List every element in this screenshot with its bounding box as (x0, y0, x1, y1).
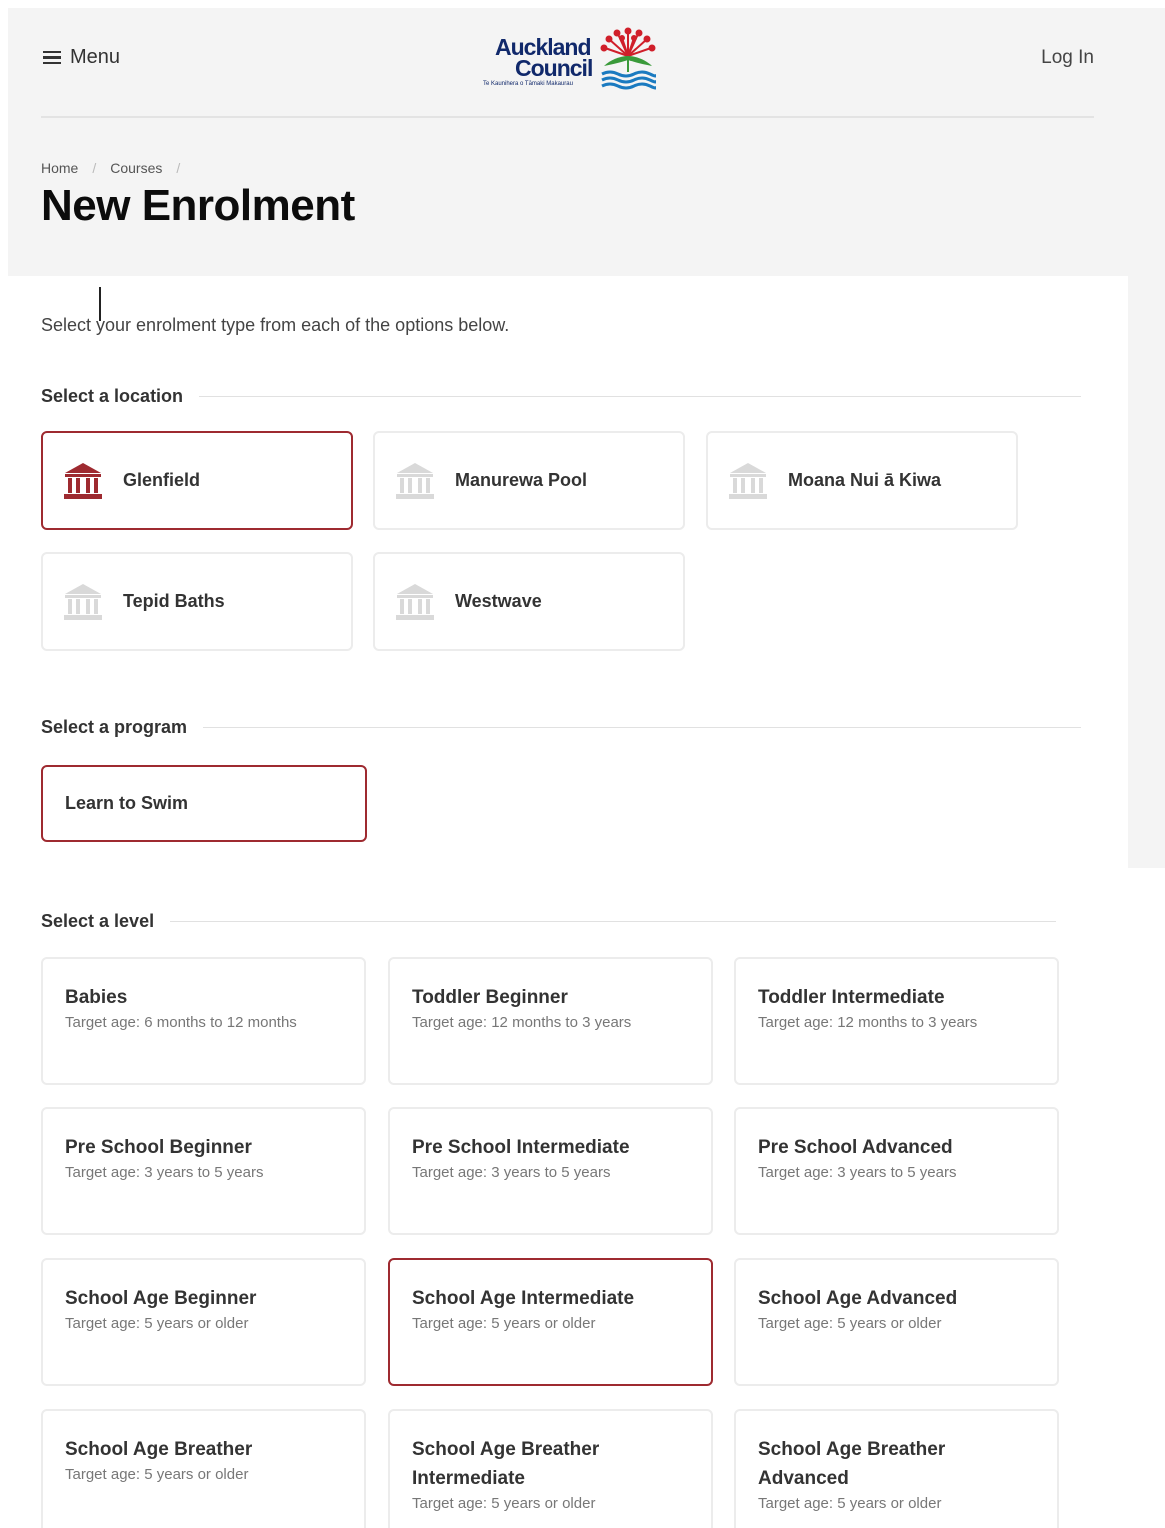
level-target-age: Target age: 3 years to 5 years (65, 1164, 264, 1181)
location-name: Westwave (455, 591, 542, 611)
location-card-westwave[interactable]: Westwave (373, 552, 685, 651)
program-card-learn-to-swim[interactable]: Learn to Swim (41, 765, 367, 842)
level-card-toddler-beginner[interactable]: Toddler Beginner Target age: 12 months t… (388, 957, 713, 1085)
level-target-age: Target age: 3 years to 5 years (758, 1164, 957, 1181)
level-target-age: Target age: 3 years to 5 years (412, 1164, 611, 1181)
building-icon (396, 462, 434, 499)
location-section-heading: Select a location (41, 386, 1082, 407)
breadcrumb-separator: / (176, 160, 181, 176)
auckland-council-logo[interactable]: Auckland Council Te Kaunihera o Tāmaki M… (481, 24, 657, 90)
location-card-tepid-baths[interactable]: Tepid Baths (41, 552, 353, 651)
location-card-manurewa-pool[interactable]: Manurewa Pool (373, 431, 685, 530)
breadcrumb-separator: / (92, 160, 97, 176)
level-card-babies[interactable]: Babies Target age: 6 months to 12 months (41, 957, 366, 1085)
level-card-school-age-breather-advanced[interactable]: School Age Breather Advanced Target age:… (734, 1409, 1059, 1528)
level-title: Babies (65, 987, 128, 1008)
level-section-heading: Select a level (41, 911, 1057, 932)
level-target-age: Target age: 6 months to 12 months (65, 1014, 297, 1031)
building-icon (396, 583, 434, 620)
divider (170, 921, 1057, 922)
level-card-school-age-breather-intermediate[interactable]: School Age Breather Intermediate Target … (388, 1409, 713, 1528)
level-target-age: Target age: 5 years or older (758, 1315, 942, 1332)
building-icon (729, 462, 767, 499)
breadcrumb: Home / Courses / (41, 160, 194, 176)
level-target-age: Target age: 5 years or older (65, 1315, 249, 1332)
page-margin (1128, 276, 1165, 868)
level-title: Pre School Beginner (65, 1137, 252, 1158)
level-title: Pre School Advanced (758, 1137, 953, 1158)
level-title: Toddler Intermediate (758, 987, 945, 1008)
menu-label: Menu (70, 46, 121, 68)
building-icon (64, 583, 102, 620)
level-target-age: Target age: 5 years or older (758, 1495, 942, 1512)
level-title: School Age Advanced (758, 1288, 958, 1309)
location-name: Manurewa Pool (455, 470, 588, 490)
program-name: Learn to Swim (65, 793, 189, 813)
location-heading-label: Select a location (41, 386, 184, 406)
program-section-heading: Select a program (41, 717, 1082, 738)
site-header: Menu Auckland Council Te Kaunihera o Tām… (41, 8, 1094, 118)
program-heading-label: Select a program (41, 717, 188, 737)
logo-tagline: Te Kaunihera o Tāmaki Makaurau (483, 81, 573, 87)
breadcrumb-courses[interactable]: Courses (110, 160, 162, 176)
level-title: Toddler Beginner (412, 987, 568, 1008)
level-card-school-age-advanced[interactable]: School Age Advanced Target age: 5 years … (734, 1258, 1059, 1386)
level-target-age: Target age: 5 years or older (65, 1466, 249, 1483)
level-card-school-age-intermediate[interactable]: School Age Intermediate Target age: 5 ye… (388, 1258, 713, 1386)
intro-text: Select your enrolment type from each of … (41, 315, 510, 335)
level-card-pre-school-intermediate[interactable]: Pre School Intermediate Target age: 3 ye… (388, 1107, 713, 1235)
level-target-age: Target age: 5 years or older (412, 1315, 596, 1332)
level-card-school-age-breather[interactable]: School Age Breather Target age: 5 years … (41, 1409, 366, 1528)
level-target-age: Target age: 12 months to 3 years (758, 1014, 978, 1031)
page-title: New Enrolment (41, 181, 355, 230)
level-heading-label: Select a level (41, 911, 155, 931)
menu-button[interactable]: Menu (43, 46, 120, 69)
level-target-age: Target age: 5 years or older (412, 1495, 596, 1512)
location-card-moana-nui-a-kiwa[interactable]: Moana Nui ā Kiwa (706, 431, 1018, 530)
level-target-age: Target age: 12 months to 3 years (412, 1014, 632, 1031)
hamburger-icon (43, 50, 61, 65)
level-title: School Age Breather (65, 1439, 253, 1460)
pohutukawa-icon (600, 27, 656, 90)
logo-wordmark-line2: Council (515, 55, 593, 81)
level-title: School Age Breather Advanced (758, 1439, 946, 1489)
location-name: Moana Nui ā Kiwa (788, 470, 942, 490)
building-icon (64, 462, 102, 499)
location-name: Tepid Baths (123, 591, 225, 611)
level-title: School Age Breather Intermediate (412, 1439, 600, 1489)
level-title: Pre School Intermediate (412, 1137, 630, 1158)
level-card-pre-school-beginner[interactable]: Pre School Beginner Target age: 3 years … (41, 1107, 366, 1235)
location-name: Glenfield (123, 470, 201, 490)
level-card-toddler-intermediate[interactable]: Toddler Intermediate Target age: 12 mont… (734, 957, 1059, 1085)
divider (203, 727, 1082, 728)
level-title: School Age Beginner (65, 1288, 257, 1309)
divider (199, 396, 1082, 397)
level-title: School Age Intermediate (412, 1288, 635, 1309)
level-card-school-age-beginner[interactable]: School Age Beginner Target age: 5 years … (41, 1258, 366, 1386)
breadcrumb-home[interactable]: Home (41, 160, 78, 176)
level-card-pre-school-advanced[interactable]: Pre School Advanced Target age: 3 years … (734, 1107, 1059, 1235)
login-link[interactable]: Log In (1041, 47, 1094, 69)
location-card-glenfield[interactable]: Glenfield (41, 431, 353, 530)
